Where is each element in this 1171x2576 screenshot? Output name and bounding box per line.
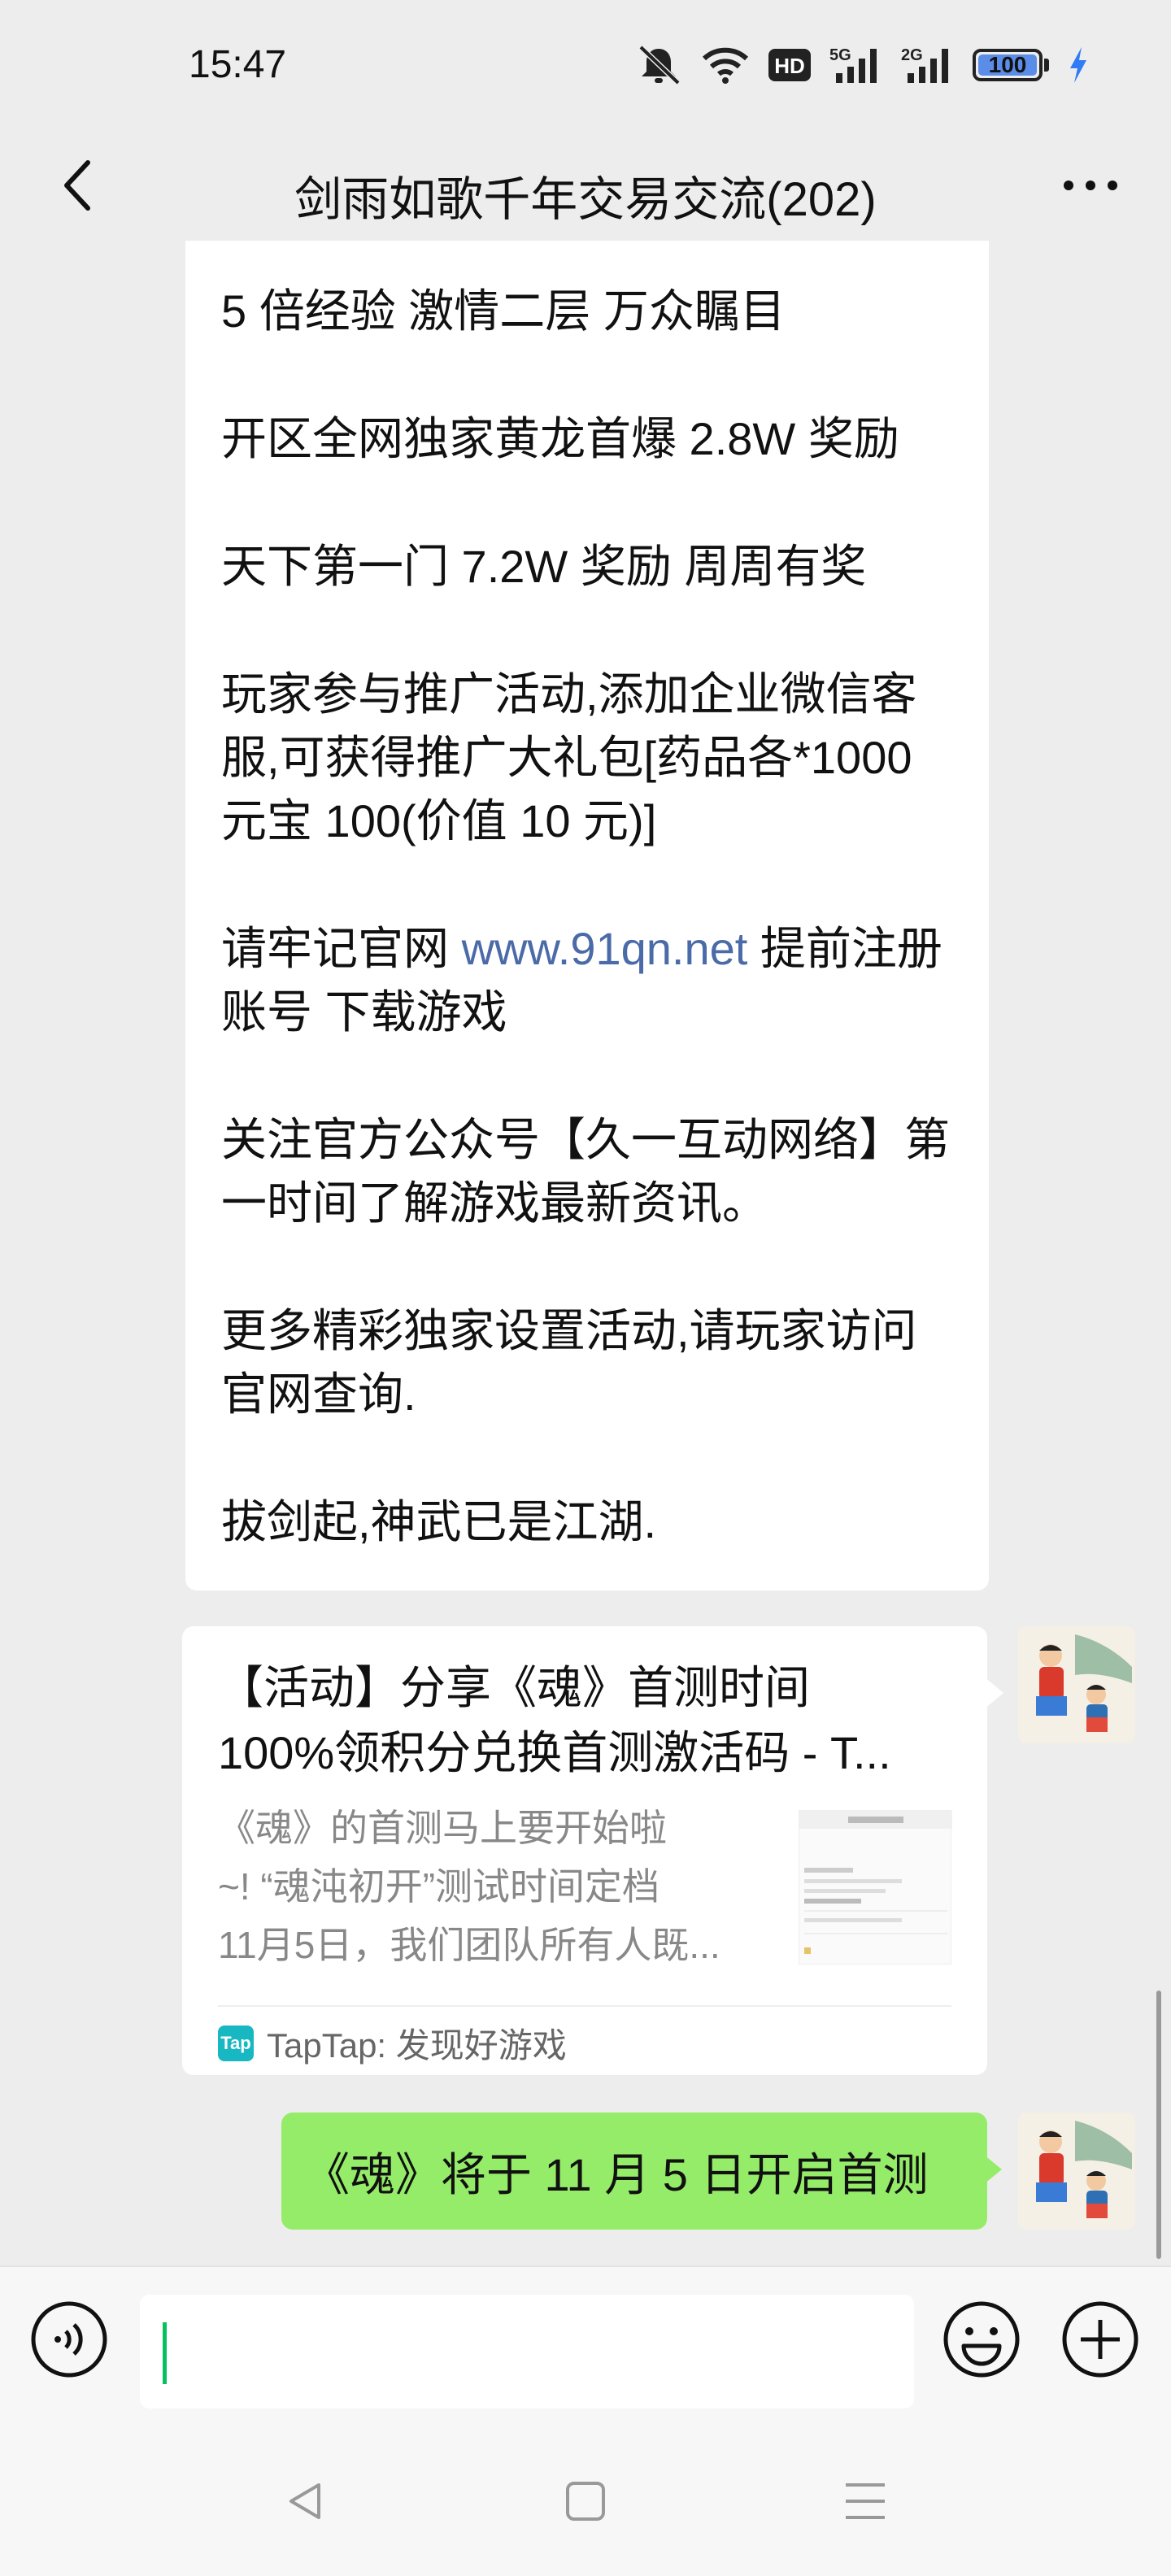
link-card-description: 《魂》的首测马上要开始啦 ~! “魂沌初开”测试时间定档 11月5日，我们团队所… (218, 1807, 720, 1966)
plus-button[interactable] (1056, 2296, 1145, 2386)
svg-text:5G: 5G (829, 46, 851, 64)
nav-home-icon (563, 2478, 608, 2528)
2g-signal-icon: 2G (901, 46, 955, 85)
battery-text: 100 (988, 52, 1027, 77)
avatar[interactable] (1018, 1626, 1135, 1743)
message-line: 5 倍经验 激情二层 万众瞩目 (221, 285, 786, 337)
emoji-button[interactable] (937, 2296, 1026, 2386)
message-line: 关注官方公众号【久一互动网络】第一时间了解游戏最新资讯。 (221, 1114, 950, 1229)
wifi-icon (701, 46, 750, 85)
taptap-logo-icon: Tap (218, 2025, 254, 2061)
message-line-website: 请牢记官网 www.91qn.net 提前注册账号 下载游戏 (221, 917, 953, 1044)
link-card-source-label: TapTap: 发现好游戏 (267, 2026, 567, 2065)
nav-back-button[interactable] (265, 2462, 346, 2543)
link-card-source: Tap TapTap: 发现好游戏 (218, 2018, 567, 2068)
message-line: 天下第一门 7.2W 奖励 周周有奖 (221, 541, 867, 592)
website-prefix: 请牢记官网 (221, 923, 462, 974)
scrollbar[interactable] (1156, 1991, 1161, 2259)
message-input[interactable] (140, 2295, 914, 2408)
charging-bolt-icon (1067, 46, 1090, 85)
status-icons: HD 5G 2G 100 (634, 42, 1090, 88)
bubble-tail (984, 1677, 1003, 1709)
message-line: 开区全网独家黄龙首爆 2.8W 奖励 (221, 413, 899, 464)
input-bar (0, 2265, 1171, 2428)
hd-icon: HD (768, 47, 812, 83)
nav-home-button[interactable] (545, 2462, 626, 2543)
svg-text:HD: HD (774, 54, 805, 78)
text-caret (163, 2322, 167, 2384)
mute-bell-icon (634, 44, 683, 86)
link-card-message[interactable]: 【活动】分享《魂》首测时间 100%领积分兑换首测激活码 - T... 《魂》的… (182, 1626, 987, 2075)
voice-icon (28, 2299, 110, 2384)
sent-text-message[interactable]: 《魂》将于 11 月 5 日开启首测 (281, 2113, 987, 2230)
chat-title: 剑雨如歌千年交易交流(202) (294, 173, 877, 226)
website-link[interactable]: www.91qn.net (462, 923, 748, 974)
plus-icon (1060, 2299, 1141, 2384)
status-bar: 15:47 HD 5G 2G 100 (0, 0, 1171, 130)
message-line: 更多精彩独家设置活动,请玩家访问官网查询. (221, 1305, 917, 1420)
status-time: 15:47 (189, 43, 287, 86)
more-button[interactable] (1046, 146, 1135, 228)
5g-signal-icon: 5G (829, 46, 883, 85)
message-line: 玩家参与推广活动,添加企业微信客服,可获得推广大礼包[药品各*1000 元宝 1… (221, 668, 917, 846)
system-nav-bar (0, 2428, 1171, 2576)
emoji-icon (941, 2299, 1022, 2384)
voice-button[interactable] (24, 2296, 114, 2386)
message-line: 拔剑起,神武已是江湖. (221, 1496, 657, 1547)
bubble-tail (984, 2155, 1002, 2184)
nav-back-icon (283, 2478, 329, 2528)
title-bar: 剑雨如歌千年交易交流(202) (0, 130, 1171, 244)
received-text-message[interactable]: 5 倍经验 激情二层 万众瞩目 开区全网独家黄龙首爆 2.8W 奖励 天下第一门… (185, 241, 989, 1590)
nav-menu-button[interactable] (825, 2462, 906, 2543)
svg-text:2G: 2G (901, 46, 923, 64)
battery-icon: 100 (973, 49, 1049, 81)
link-card-title: 【活动】分享《魂》首测时间 100%领积分兑换首测激活码 - T... (218, 1662, 891, 1778)
more-dots-icon (1062, 179, 1119, 196)
link-card-divider (218, 2005, 951, 2007)
link-card-thumbnail (799, 1810, 952, 1965)
chat-message-list[interactable]: 5 倍经验 激情二层 万众瞩目 开区全网独家黄龙首爆 2.8W 奖励 天下第一门… (0, 241, 1171, 2265)
avatar[interactable] (1018, 2113, 1135, 2230)
nav-menu-icon (842, 2478, 888, 2528)
